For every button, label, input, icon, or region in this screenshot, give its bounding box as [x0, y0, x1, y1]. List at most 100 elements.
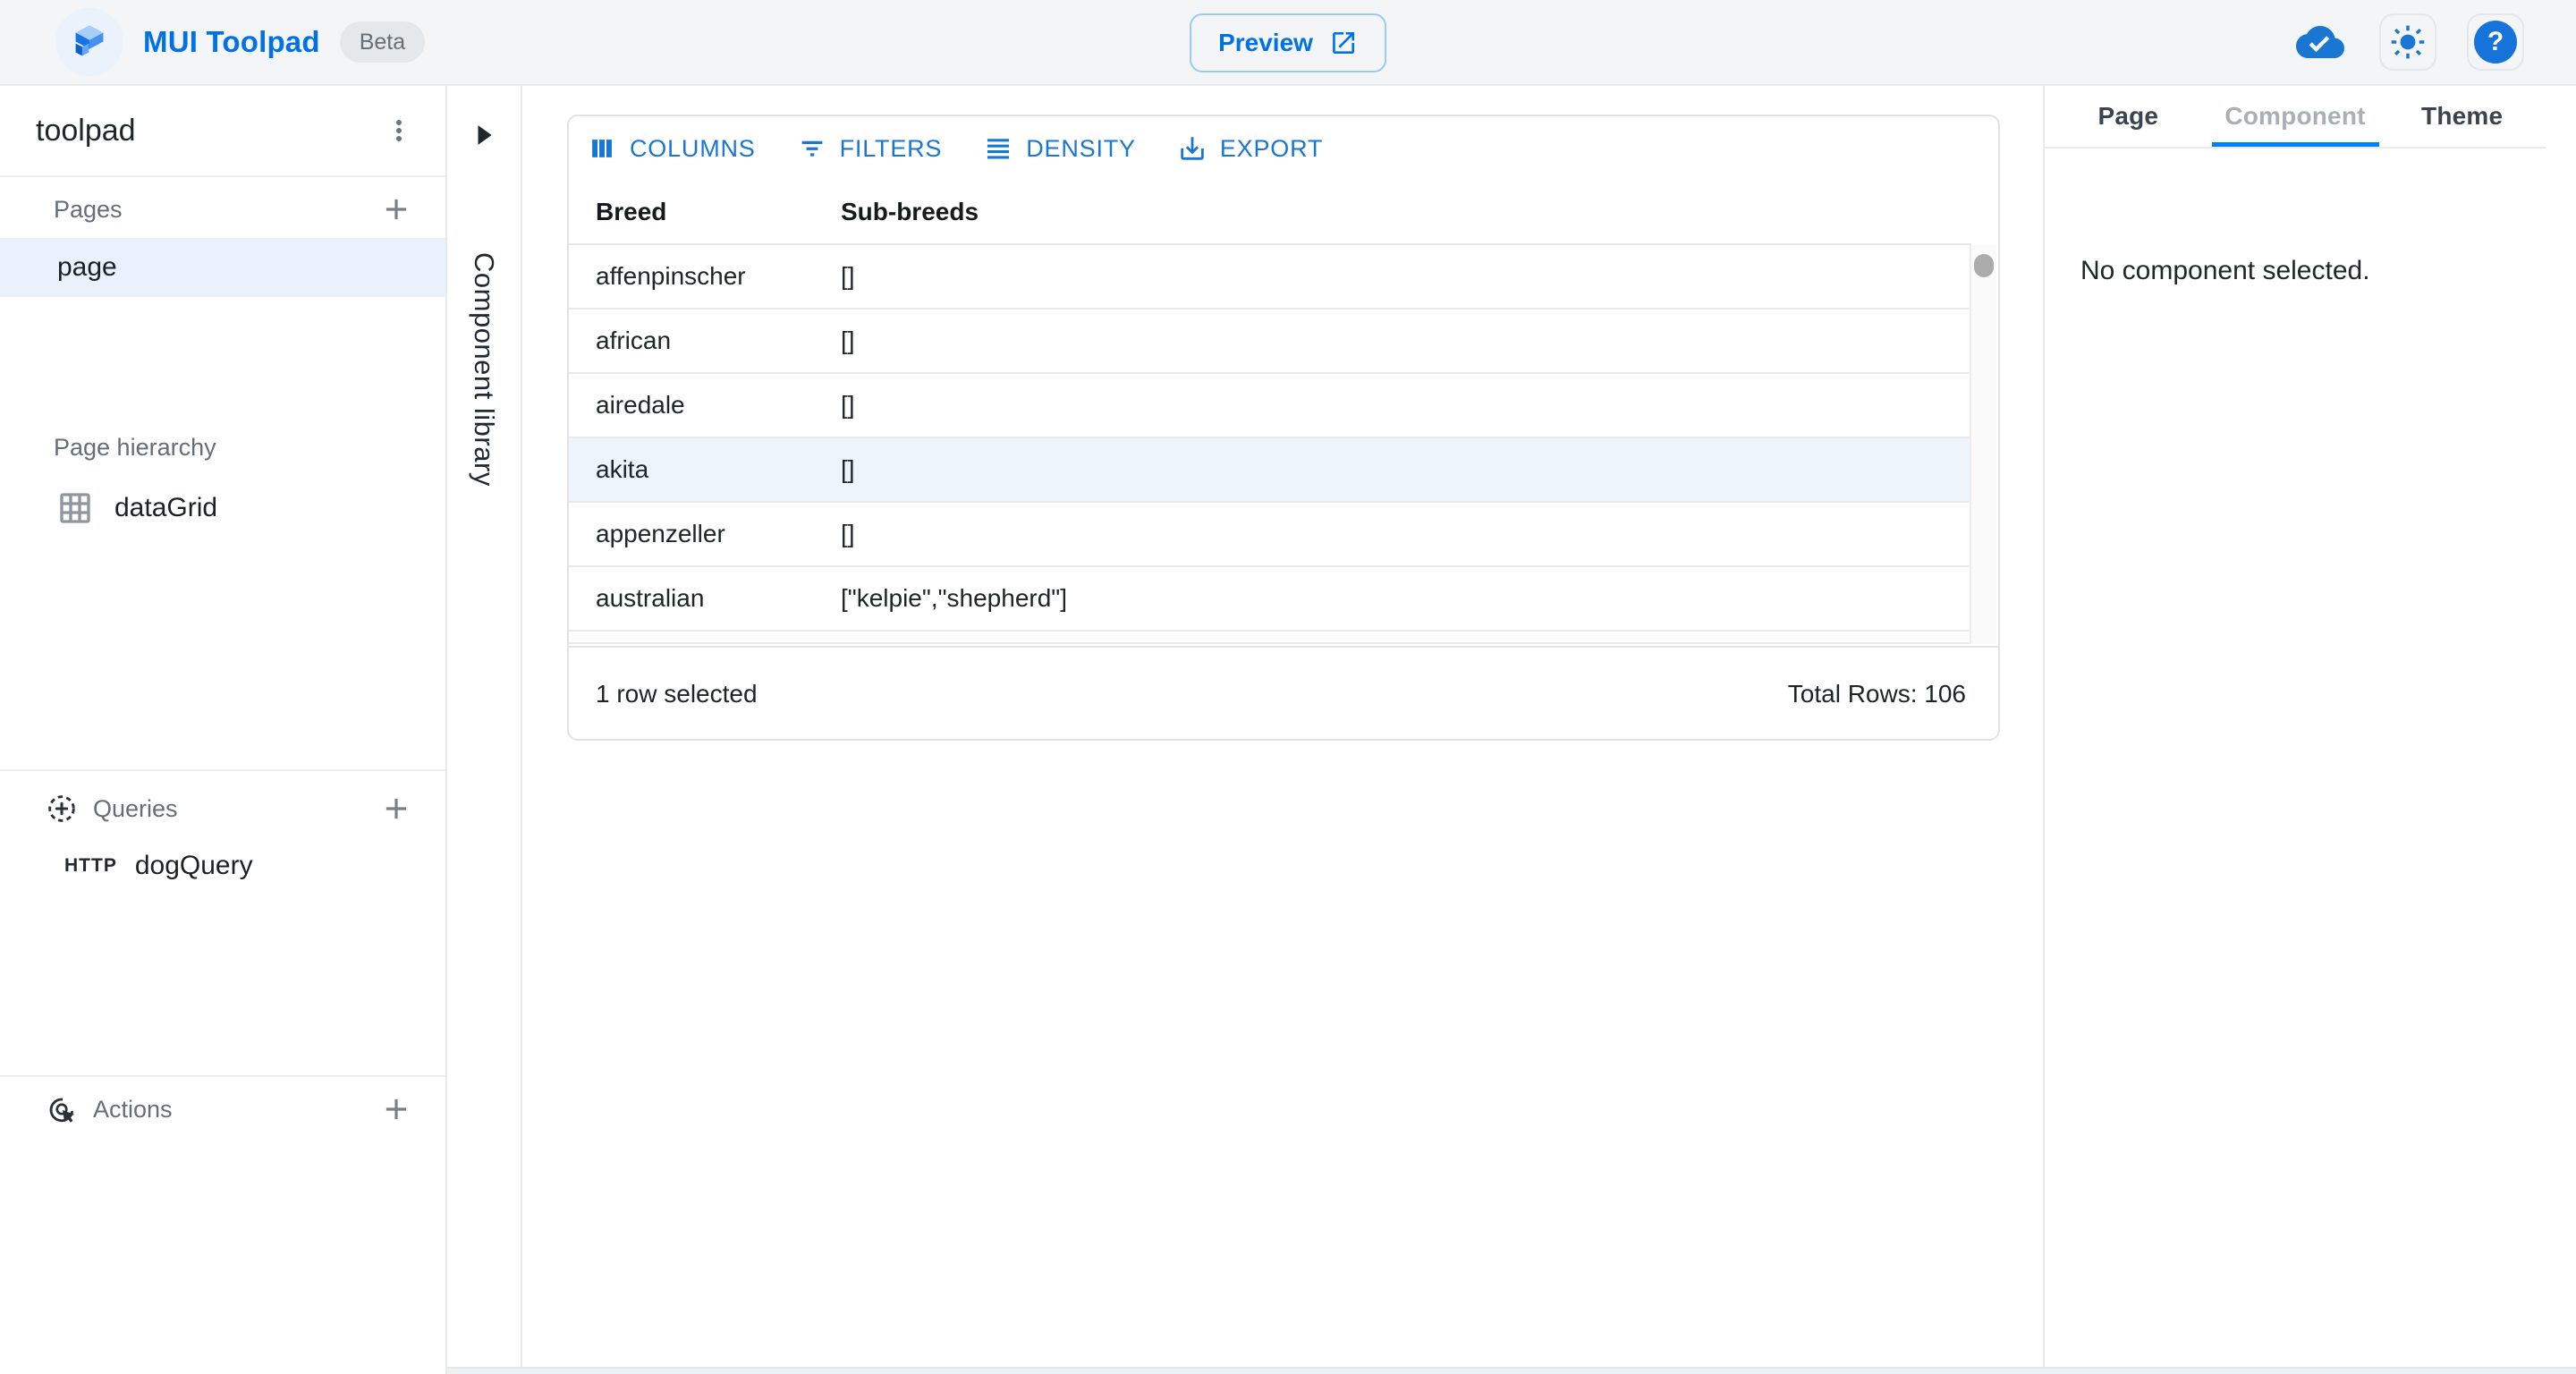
grid-icon	[57, 490, 93, 526]
chevron-right-icon	[474, 123, 494, 147]
export-icon	[1177, 133, 1208, 164]
cell-subbreeds[interactable]: []	[814, 438, 1971, 501]
filters-button[interactable]: FILTERS	[788, 133, 952, 164]
table-row-selected[interactable]: akita []	[569, 438, 1971, 503]
app-header: MUI Toolpad Beta Preview ?	[0, 0, 2576, 86]
expand-component-library-button[interactable]	[474, 123, 494, 147]
tab-component[interactable]: Component	[2212, 86, 2379, 147]
cell-breed[interactable]: australian	[569, 567, 814, 630]
header-actions: ?	[2292, 0, 2524, 84]
table-row[interactable]: african []	[569, 310, 1971, 374]
horizontal-scrollbar-track[interactable]	[447, 1367, 2576, 1374]
sidebar-item-dogquery[interactable]: HTTP dogQuery	[0, 841, 445, 891]
queries-label: Queries	[93, 795, 178, 823]
page-item-label: page	[57, 252, 117, 283]
column-header-breed[interactable]: Breed	[569, 181, 814, 243]
brand: MUI Toolpad Beta	[55, 0, 425, 84]
component-library-panel: Component library	[447, 86, 522, 1374]
cell-breed[interactable]: akita	[569, 438, 814, 501]
table-row[interactable]: australian ["kelpie","shepherd"]	[569, 567, 1971, 632]
cell-subbreeds[interactable]: []	[814, 245, 1971, 308]
divider	[0, 1075, 445, 1077]
selected-rows-count: 1 row selected	[596, 680, 758, 708]
inspector-tabs: Page Component Theme	[2045, 86, 2546, 148]
total-rows-count: Total Rows: 106	[1788, 680, 1966, 708]
inspector-panel: Page Component Theme No component select…	[2043, 86, 2576, 1374]
hierarchy-label: Page hierarchy	[54, 434, 216, 462]
hierarchy-section-header: Page hierarchy	[0, 429, 445, 465]
cell-breed[interactable]: african	[569, 310, 814, 372]
preview-label: Preview	[1218, 29, 1313, 57]
datagrid-header-row: Breed Sub-breeds	[569, 181, 1971, 245]
kebab-menu-icon	[383, 114, 415, 147]
table-row[interactable]: appenzeller []	[569, 503, 1971, 567]
actions-section-header: Actions	[0, 1084, 445, 1134]
plus-icon	[379, 192, 413, 226]
datagrid-rows: affenpinscher [] african [] airedale [] …	[569, 245, 1971, 644]
filter-icon	[797, 133, 827, 164]
table-row-partial[interactable]	[569, 632, 1971, 644]
cloud-done-icon	[2296, 18, 2344, 66]
plus-icon	[379, 1092, 413, 1126]
datagrid-item-label: dataGrid	[114, 493, 217, 523]
cell-breed[interactable]: affenpinscher	[569, 245, 814, 308]
component-library-label: Component library	[468, 252, 500, 487]
columns-button[interactable]: COLUMNS	[578, 133, 765, 164]
http-badge: HTTP	[64, 855, 117, 877]
help-icon: ?	[2474, 21, 2517, 64]
project-row: toolpad	[0, 86, 445, 175]
divider	[0, 769, 445, 771]
queries-icon	[45, 792, 79, 826]
add-query-button[interactable]	[379, 792, 413, 826]
open-in-new-icon	[1329, 29, 1358, 57]
app-title: MUI Toolpad	[143, 25, 320, 59]
datagrid-component[interactable]: COLUMNS FILTERS DENSITY	[567, 114, 2000, 741]
pages-section-header: Pages	[0, 188, 445, 231]
pages-label: Pages	[54, 196, 123, 224]
dogquery-item-label: dogQuery	[135, 851, 253, 881]
cell-breed[interactable]: appenzeller	[569, 503, 814, 565]
mui-logo[interactable]	[55, 8, 123, 76]
density-button[interactable]: DENSITY	[974, 133, 1145, 164]
mui-logo-icon	[70, 22, 109, 62]
datagrid-toolbar: COLUMNS FILTERS DENSITY	[569, 116, 1998, 181]
cell-subbreeds[interactable]: ["kelpie","shepherd"]	[814, 567, 1971, 630]
active-tab-indicator	[2212, 142, 2379, 147]
cell-subbreeds[interactable]: []	[814, 374, 1971, 437]
explorer-sidebar: toolpad Pages page Page hierarchy	[0, 86, 447, 1374]
sync-status-button[interactable]	[2292, 13, 2349, 71]
preview-button[interactable]: Preview	[1190, 13, 1386, 72]
add-action-button[interactable]	[379, 1092, 413, 1126]
datagrid-footer: 1 row selected Total Rows: 106	[569, 646, 1998, 741]
theme-toggle-button[interactable]	[2379, 13, 2436, 71]
page-canvas: COLUMNS FILTERS DENSITY	[522, 86, 2043, 1374]
divider	[0, 175, 445, 177]
columns-icon	[587, 133, 617, 164]
project-name: toolpad	[36, 114, 136, 148]
mui-toolpad-app: MUI Toolpad Beta Preview ?	[0, 0, 2576, 1374]
sidebar-item-datagrid[interactable]: dataGrid	[0, 478, 445, 539]
export-button[interactable]: EXPORT	[1168, 133, 1332, 164]
add-page-button[interactable]	[379, 192, 413, 226]
beta-badge: Beta	[340, 21, 425, 63]
cell-breed[interactable]: airedale	[569, 374, 814, 437]
scrollbar-thumb[interactable]	[1974, 254, 1994, 277]
queries-section-header: Queries	[0, 784, 445, 834]
column-header-subbreeds[interactable]: Sub-breeds	[814, 181, 1971, 243]
no-component-message: No component selected.	[2080, 256, 2370, 286]
project-menu-button[interactable]	[383, 114, 415, 147]
actions-label: Actions	[93, 1096, 173, 1124]
help-button[interactable]: ?	[2467, 13, 2524, 71]
table-row[interactable]: affenpinscher []	[569, 245, 1971, 310]
cell-subbreeds[interactable]: []	[814, 310, 1971, 372]
light-mode-icon	[2389, 23, 2427, 61]
sidebar-item-page[interactable]: page	[0, 238, 445, 297]
tab-page[interactable]: Page	[2045, 86, 2212, 147]
plus-icon	[379, 792, 413, 826]
table-row[interactable]: airedale []	[569, 374, 1971, 438]
actions-icon	[45, 1092, 79, 1126]
vertical-scrollbar[interactable]	[1970, 245, 1996, 644]
density-icon	[983, 133, 1013, 164]
cell-subbreeds[interactable]: []	[814, 503, 1971, 565]
tab-theme[interactable]: Theme	[2378, 86, 2546, 147]
